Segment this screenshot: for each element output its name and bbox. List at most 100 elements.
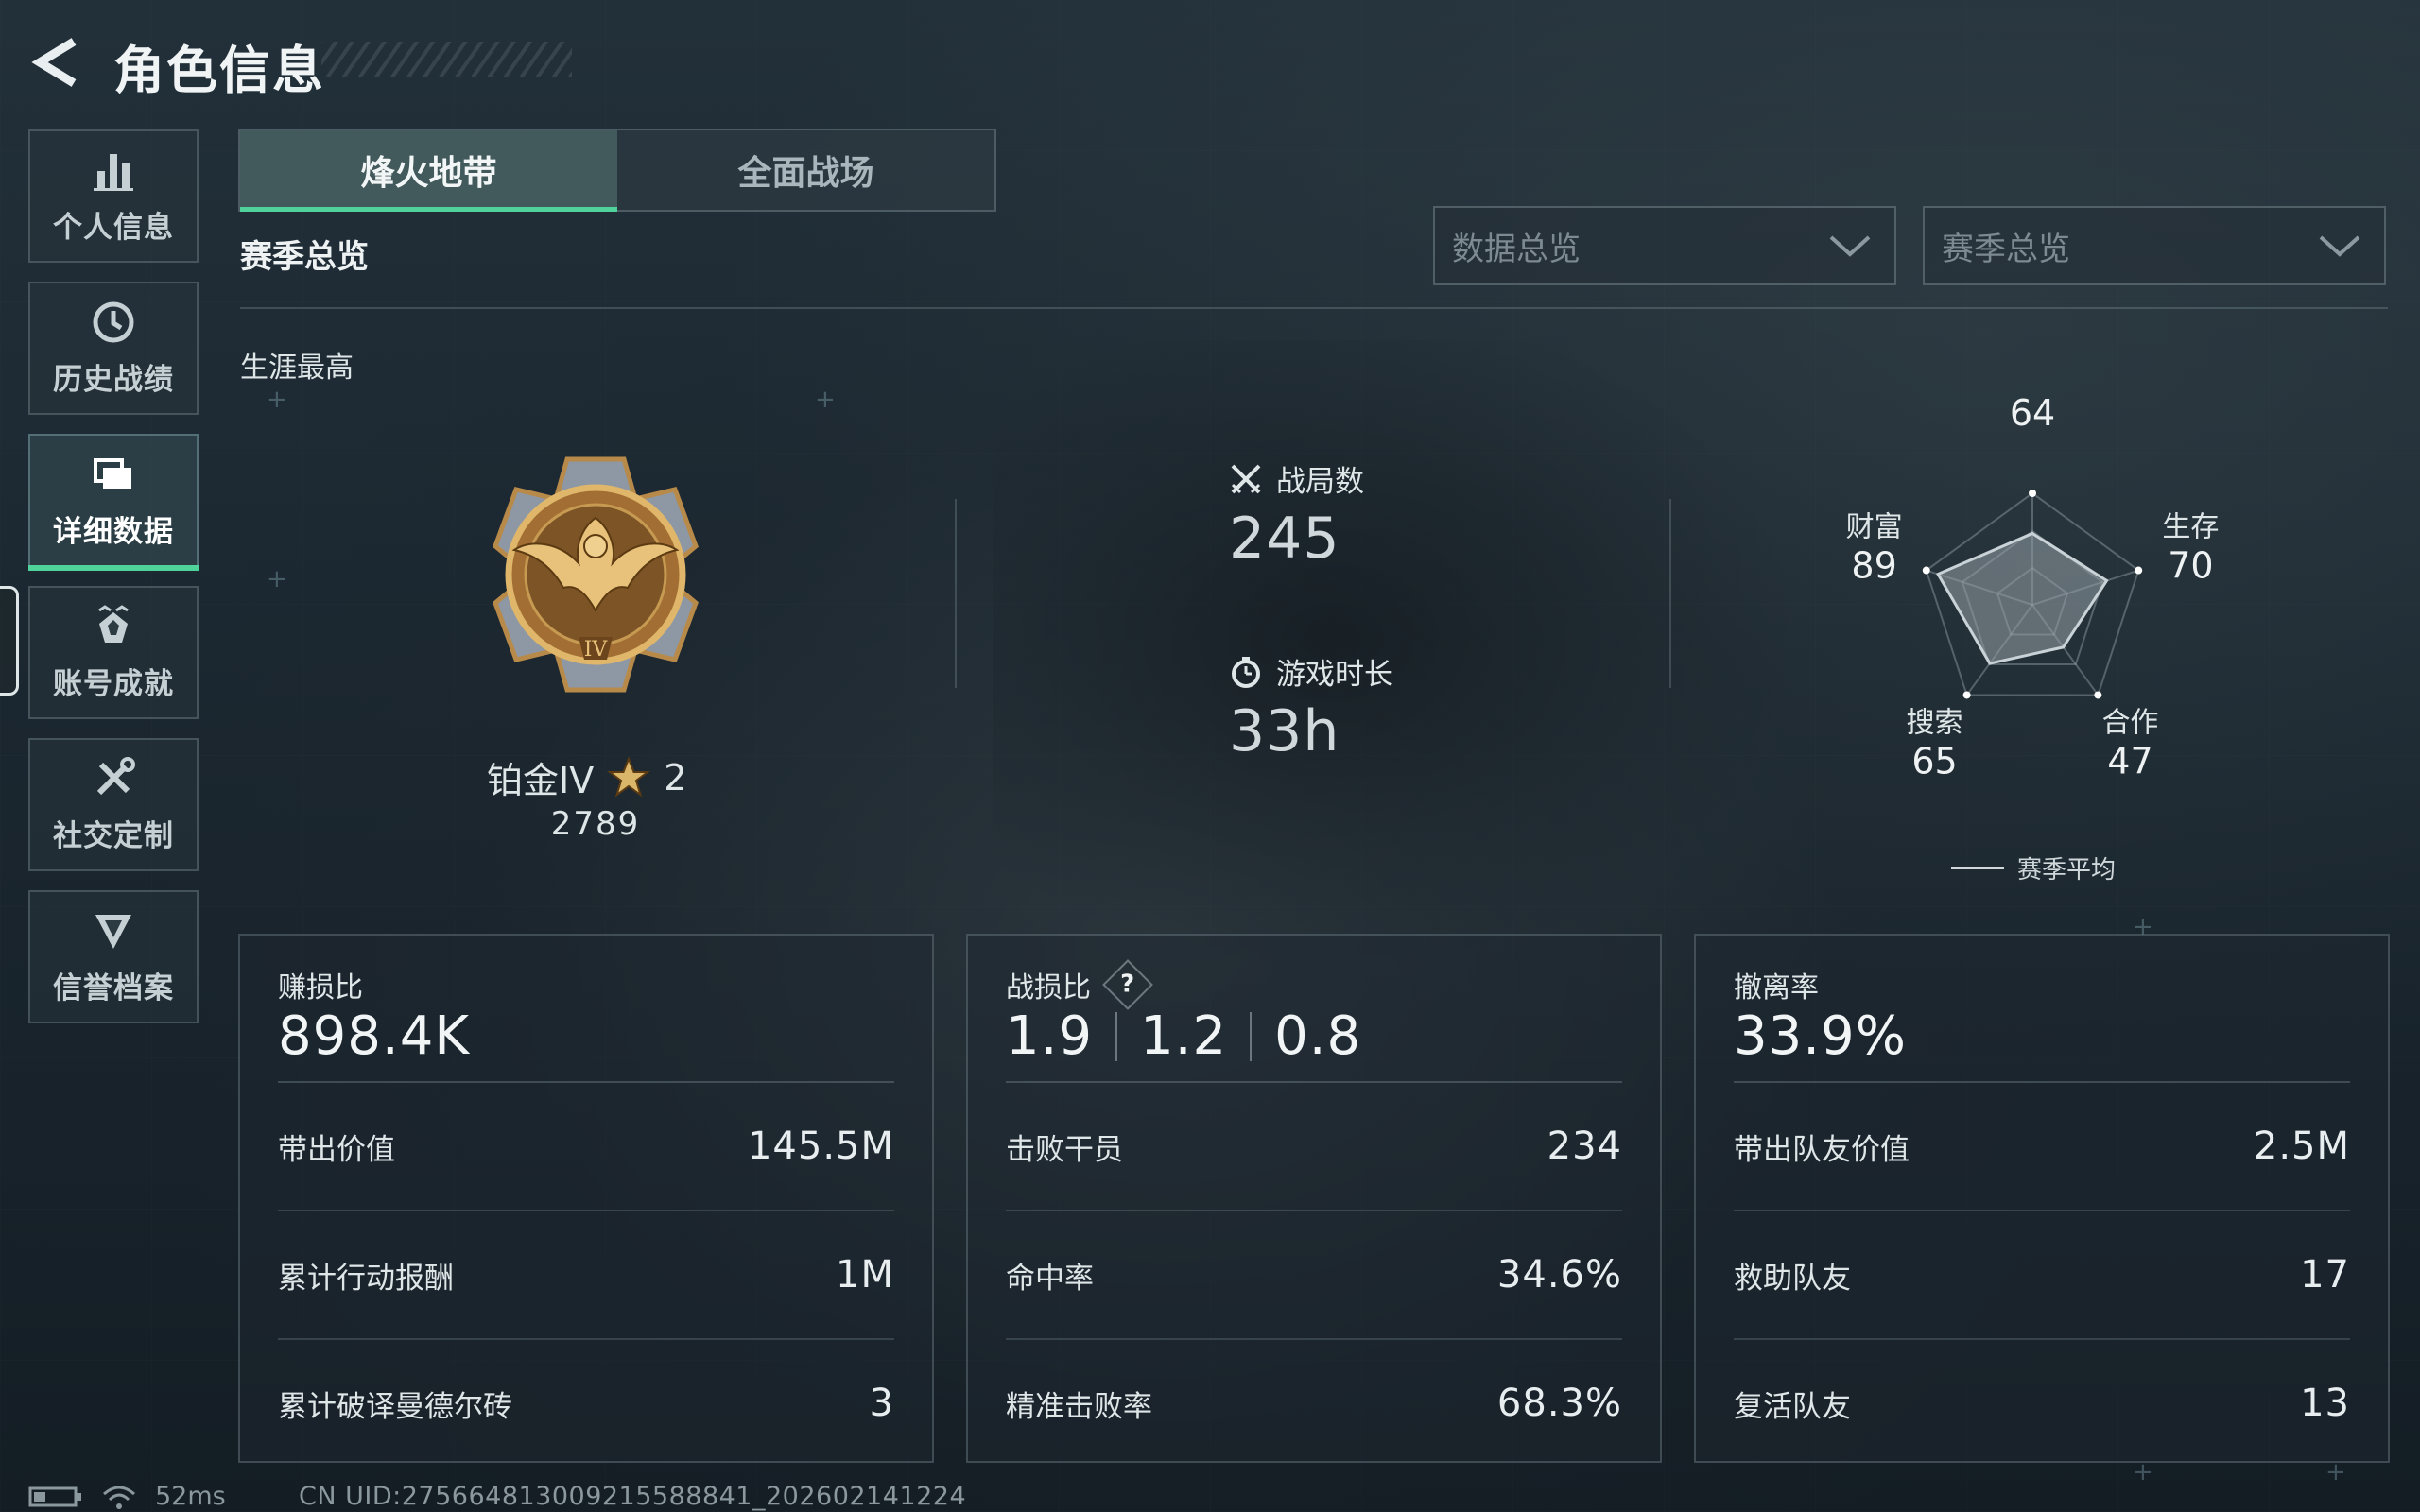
tab-battlefield[interactable]: 全面战场: [617, 130, 994, 210]
sidebar-item-credit[interactable]: 信誉档案: [28, 890, 199, 1023]
radar-axis-value: 89: [1851, 545, 1896, 587]
stopwatch-icon: [1232, 656, 1260, 688]
kd-card-title-wrap: 战损比 ?: [1006, 959, 1153, 1010]
radar-vertex-dot: [2094, 691, 2102, 699]
card-row: 击败干员 234: [1006, 1083, 1622, 1211]
page-title: 角色信息: [113, 41, 325, 100]
sidebar-item-history[interactable]: 历史战绩: [28, 282, 199, 415]
kd-value: 1.9: [1006, 1005, 1094, 1067]
radar-axis-value: 65: [1911, 740, 1957, 782]
sidebar: 个人信息 历史战绩 详细数据 账号成就 社交定制 信誉档案: [28, 129, 200, 1042]
sidebar-item-social[interactable]: 社交定制: [28, 738, 199, 871]
rank-info: 铂金IV 2: [487, 751, 686, 803]
row-value: 17: [2300, 1253, 2350, 1297]
rank-name: 铂金IV: [487, 760, 595, 801]
row-value: 145.5M: [747, 1125, 894, 1168]
radar-vertex-dot: [1922, 566, 1930, 575]
profit-card-value: 898.4K: [278, 1005, 471, 1067]
rank-points: 2789: [550, 805, 641, 843]
row-value: 68.3%: [1496, 1382, 1622, 1425]
card-row: 带出队友价值 2.5M: [1734, 1083, 2350, 1211]
radar-axis-label: 战斗: [2004, 387, 2061, 391]
card-row: 累计行动报酬 1M: [278, 1211, 894, 1340]
edge-handle[interactable]: [0, 586, 19, 696]
radar-axis-label: 搜索: [1907, 706, 1963, 739]
radar-legend: 赛季平均: [1951, 850, 2116, 885]
row-label: 累计破译曼德尔砖: [278, 1389, 512, 1424]
sidebar-item-label: 账号成就: [53, 667, 174, 701]
legend-label: 赛季平均: [2017, 856, 2117, 885]
radar-vertex-dot: [2029, 490, 2036, 497]
radar-axis-value: 70: [2168, 545, 2213, 587]
row-value: 34.6%: [1496, 1253, 1622, 1297]
shield-icon: [95, 915, 131, 949]
row-label: 救助队友: [1734, 1261, 1851, 1296]
row-label: 复活队友: [1734, 1389, 1851, 1424]
kd-values: 1.9 1.2 0.8: [1006, 1005, 1361, 1067]
sidebar-item-label: 社交定制: [53, 819, 174, 853]
card-row: 救助队友 17: [1734, 1211, 2350, 1340]
kd-card-title: 战损比: [1006, 971, 1091, 1005]
crossed-swords-icon: [1231, 464, 1261, 493]
tools-icon: [96, 757, 135, 796]
sidebar-item-label: 信誉档案: [53, 971, 174, 1005]
playtime-label: 游戏时长: [1276, 658, 1393, 692]
back-button[interactable]: [26, 34, 83, 91]
extract-card-title: 撤离率: [1734, 971, 1819, 1005]
row-label: 命中率: [1006, 1261, 1094, 1296]
radar-axis-value: 64: [2010, 392, 2055, 434]
history-clock-icon: [93, 301, 134, 343]
star-icon: [607, 755, 651, 798]
matches-stat: 战局数 245: [1229, 457, 1364, 572]
radar-vertex-dot: [2135, 566, 2143, 575]
divider-vertical: [955, 499, 957, 688]
data-overview-select-label: 数据总览: [1452, 230, 1581, 268]
row-label: 击败干员: [1006, 1132, 1123, 1167]
decor-cross: +: [267, 386, 287, 414]
help-icon[interactable]: ?: [1102, 959, 1153, 1010]
chevron-down-icon: [1829, 235, 1871, 257]
bar-chart-icon: [94, 154, 133, 191]
data-overview-select[interactable]: 数据总览: [1433, 206, 1896, 285]
row-label: 带出队友价值: [1734, 1132, 1910, 1167]
row-value: 1M: [836, 1253, 894, 1297]
sidebar-item-label: 历史战绩: [53, 363, 174, 397]
card-row: 累计破译曼德尔砖 3: [278, 1340, 894, 1467]
kd-card: 战损比 ? 1.9 1.2 0.8 击败干员 234 命中率 34.6% 精准击…: [966, 934, 1662, 1463]
row-label: 累计行动报酬: [278, 1261, 454, 1296]
chevron-down-icon: [2319, 235, 2360, 257]
profit-card: 赚损比 898.4K 带出价值 145.5M 累计行动报酬 1M 累计破译曼德尔…: [238, 934, 934, 1463]
row-value: 2.5M: [2253, 1125, 2350, 1168]
row-value: 3: [869, 1382, 894, 1425]
radar-axis-label: 生存: [2162, 511, 2219, 544]
decor-cross: +: [267, 565, 287, 593]
folder-icon: [94, 458, 131, 489]
season-overview-select-label: 赛季总览: [1942, 230, 2070, 268]
ping-value: 52ms: [155, 1482, 226, 1511]
extract-card-value: 33.9%: [1734, 1005, 1907, 1067]
row-label: 精准击败率: [1006, 1389, 1152, 1424]
sidebar-item-detailed-data[interactable]: 详细数据: [28, 434, 199, 571]
radar-axis-label: 财富: [1846, 511, 1903, 544]
playtime-value: 33h: [1229, 698, 1340, 765]
tab-warzone[interactable]: 烽火地带: [240, 130, 617, 212]
playtime-stat: 游戏时长 33h: [1229, 650, 1393, 765]
rank-emblem-icon: IV: [493, 456, 699, 693]
card-row: 精准击败率 68.3%: [1006, 1340, 1622, 1467]
matches-value: 245: [1229, 506, 1340, 572]
sidebar-item-personal-info[interactable]: 个人信息: [28, 129, 199, 263]
sidebar-item-achievements[interactable]: 账号成就: [28, 586, 199, 719]
divider-vertical: [1669, 499, 1671, 688]
card-row: 命中率 34.6%: [1006, 1211, 1622, 1340]
season-overview-select[interactable]: 赛季总览: [1923, 206, 2386, 285]
matches-label: 战局数: [1276, 465, 1364, 499]
kd-separator: [1115, 1011, 1118, 1061]
kd-value: 1.2: [1140, 1005, 1228, 1067]
rank-stars: 2: [664, 756, 687, 799]
radar-axis-label: 合作: [2101, 706, 2158, 739]
ability-radar-chart: 战斗64 生存70 合作47 搜索65 财富89: [1846, 387, 2220, 782]
row-label: 带出价值: [278, 1132, 395, 1167]
back-arrow-icon: [31, 38, 77, 87]
radar-axis-value: 47: [2107, 740, 2152, 782]
svg-text:IV: IV: [584, 638, 609, 662]
